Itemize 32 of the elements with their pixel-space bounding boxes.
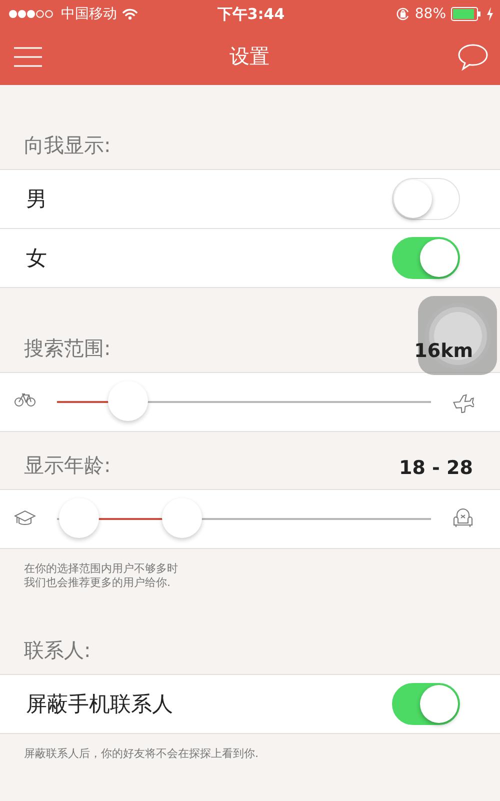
section-header: 联系人: (24, 637, 91, 664)
setting-label: 男 (26, 186, 47, 213)
slider-thumb[interactable] (59, 498, 100, 538)
carrier-name: 中国移动 (61, 5, 117, 23)
slider-track[interactable] (57, 498, 431, 540)
setting-label: 屏蔽手机联系人 (26, 691, 173, 718)
screen-title: 设置 (230, 43, 270, 70)
battery-percent: 88% (414, 6, 446, 22)
toggle-switch[interactable] (392, 683, 460, 725)
section-header: 向我显示: (24, 132, 111, 159)
menu-icon[interactable] (14, 46, 42, 68)
section-header: 显示年龄: (24, 452, 111, 479)
toggle-switch[interactable] (392, 178, 460, 220)
wifi-icon (122, 8, 138, 20)
armchair-icon (452, 508, 474, 530)
setting-label: 女 (26, 245, 47, 272)
battery-icon (451, 7, 481, 21)
chat-bubble-icon[interactable] (457, 42, 489, 70)
assistive-touch-button[interactable] (418, 296, 497, 375)
slider-thumb[interactable] (162, 498, 202, 538)
rotation-lock-icon (396, 7, 410, 21)
toggle-switch[interactable] (392, 237, 460, 279)
slider-value: 18 - 28 (399, 457, 473, 479)
slider-track[interactable] (57, 381, 431, 423)
footnote: 在你的选择范围内用户不够多时 我们也会推荐更多的用户给你. (23, 561, 179, 591)
status-time: 下午3:44 (217, 4, 285, 24)
charging-icon (486, 7, 494, 21)
footnote: 屏蔽联系人后，你的好友将不会在探探上看到你. (23, 746, 260, 762)
slider-thumb[interactable] (108, 381, 148, 421)
section-header: 搜索范围: (24, 335, 111, 362)
slider-value: 16km (414, 340, 473, 362)
signal-icon (8, 9, 56, 19)
